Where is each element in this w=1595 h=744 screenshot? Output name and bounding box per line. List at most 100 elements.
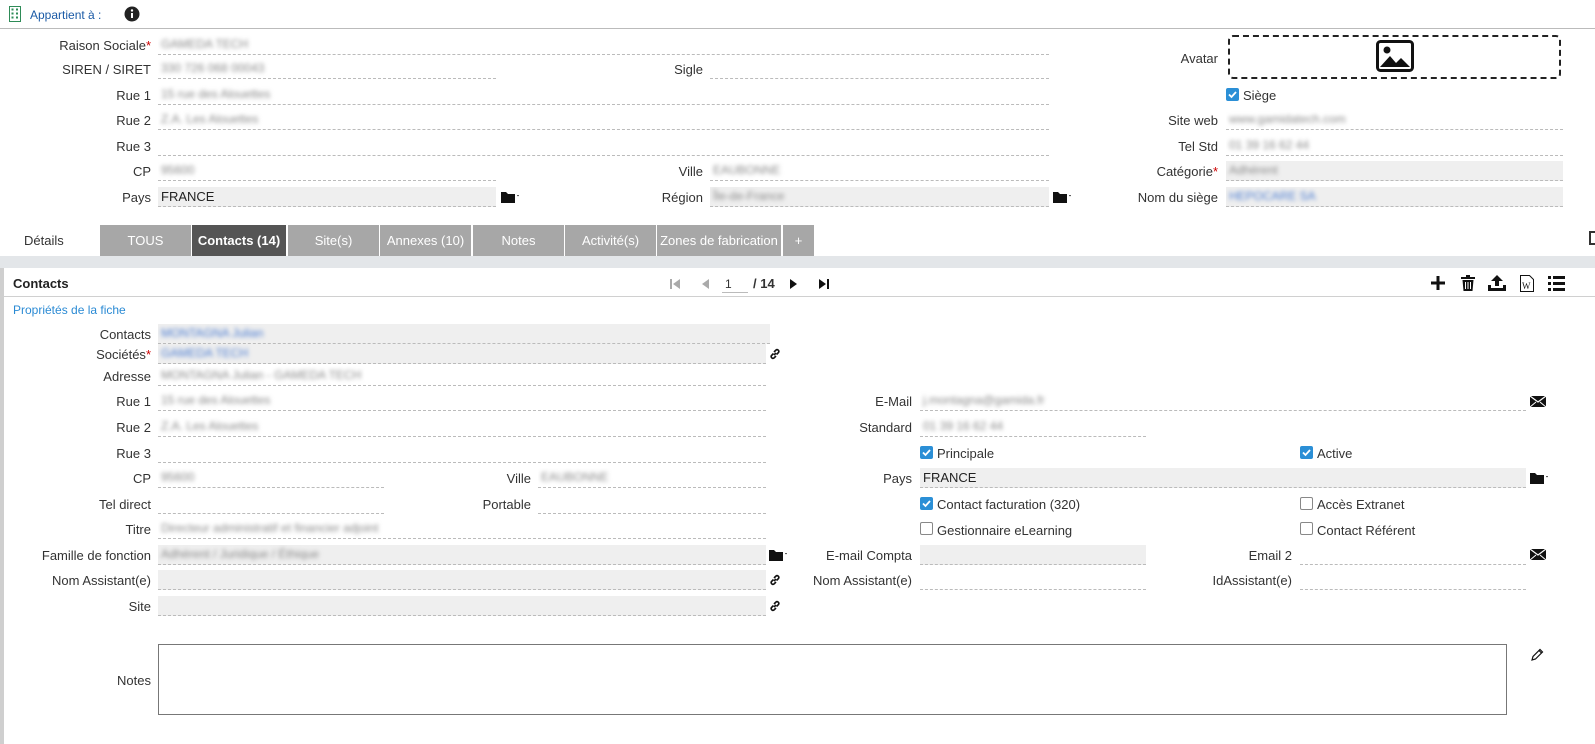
contact-rue1-field[interactable]: 15 rue des Alouettes: [158, 391, 766, 411]
categorie-field[interactable]: Adhérent: [1226, 161, 1563, 181]
contact-rue3-label: Rue 3: [116, 446, 151, 461]
info-icon[interactable]: [123, 5, 140, 22]
nom-siege-field[interactable]: HEPOCARE SA: [1226, 187, 1563, 207]
pencil-icon[interactable]: [1530, 647, 1544, 661]
contact-contacts-field[interactable]: MONTAGNA Julian: [158, 324, 770, 344]
last-page-icon[interactable]: [817, 277, 831, 291]
standard-label: Standard: [859, 420, 912, 435]
email-field[interactable]: j.montagna@gamida.fr: [920, 391, 1526, 411]
pays-field[interactable]: FRANCE: [158, 187, 496, 207]
tab-annexes[interactable]: Annexes (10): [380, 225, 471, 256]
appartient-label[interactable]: Appartient à :: [30, 8, 101, 22]
ville-field[interactable]: EAUBONNE: [710, 161, 1049, 181]
email-label: E-Mail: [875, 394, 912, 409]
email2-field[interactable]: [1300, 545, 1526, 565]
email-compta-label: E-mail Compta: [826, 548, 912, 563]
prev-page-icon[interactable]: [698, 277, 712, 291]
contact-referent-label: Contact Référent: [1317, 523, 1416, 538]
siren-field[interactable]: 330 726 068 00043: [158, 59, 496, 79]
nom-assistant-label: Nom Assistant(e): [52, 573, 151, 588]
rue3-field[interactable]: [158, 136, 1049, 156]
famille-field[interactable]: Adhérent / Juridique / Éthique: [158, 545, 766, 565]
tab-notes[interactable]: Notes: [473, 225, 564, 256]
ville-label: Ville: [678, 164, 703, 179]
tel-std-field[interactable]: 01 39 16 62 44: [1226, 136, 1563, 156]
first-page-icon[interactable]: [668, 277, 682, 291]
collapse-icon[interactable]: [1589, 231, 1595, 245]
list-view-icon[interactable]: [1547, 275, 1565, 291]
siege-checkbox[interactable]: [1226, 88, 1239, 101]
contact-facturation-checkbox[interactable]: [920, 497, 933, 510]
avatar-dropzone[interactable]: [1228, 35, 1561, 79]
rue2-field[interactable]: Z.A. Les Alouettes: [158, 110, 1049, 130]
rue1-field[interactable]: 15 rue des Alouettes: [158, 85, 1049, 105]
contact-ville-field[interactable]: EAUBONNE: [538, 468, 766, 488]
email2-label: Email 2: [1248, 548, 1292, 563]
contact-facturation-label: Contact facturation (320): [937, 497, 1081, 512]
standard-field[interactable]: 01 39 16 62 44: [920, 417, 1146, 437]
sigle-label: Sigle: [674, 62, 703, 77]
contact-societes-label: Sociétés*: [96, 347, 151, 362]
gestionnaire-checkbox[interactable]: [920, 522, 933, 535]
folder-dropdown-icon[interactable]: [1530, 470, 1550, 486]
word-export-icon[interactable]: W: [1519, 274, 1535, 292]
folder-dropdown-icon[interactable]: [769, 547, 789, 563]
nom-assistant-field[interactable]: [158, 570, 766, 590]
contact-rue1-label: Rue 1: [116, 394, 151, 409]
tab-tous[interactable]: TOUS: [100, 225, 191, 256]
trash-icon[interactable]: [1460, 275, 1476, 291]
id-assistant-label: IdAssistant(e): [1212, 573, 1292, 588]
region-label: Région: [661, 190, 703, 205]
tab-activites[interactable]: Activité(s): [565, 225, 656, 256]
link-icon[interactable]: [768, 347, 782, 361]
titre-field[interactable]: Directeur administratif et financier adj…: [158, 519, 766, 539]
contact-societes-field[interactable]: GAMEDA TECH: [158, 344, 766, 364]
sigle-field[interactable]: [710, 59, 1049, 79]
next-page-icon[interactable]: [787, 277, 801, 291]
tab-sites[interactable]: Site(s): [288, 225, 379, 256]
siren-label: SIREN / SIRET: [62, 62, 151, 77]
acces-extranet-checkbox[interactable]: [1300, 497, 1313, 510]
tab-contacts[interactable]: Contacts (14): [192, 225, 286, 256]
add-icon[interactable]: [1430, 275, 1446, 291]
site-web-field[interactable]: www.gamidatech.com: [1226, 110, 1563, 130]
props-link[interactable]: Propriétés de la fiche: [13, 303, 126, 317]
siege-label: Siège: [1243, 88, 1277, 103]
envelope-icon[interactable]: [1530, 548, 1546, 561]
contact-rue3-field[interactable]: [158, 443, 766, 463]
region-field[interactable]: Île-de-France: [710, 187, 1049, 207]
tab-add[interactable]: +: [783, 225, 814, 256]
id-assistant-field[interactable]: [1300, 570, 1526, 590]
notes-textarea[interactable]: [158, 644, 1507, 715]
cp-field[interactable]: 95600: [158, 161, 496, 181]
envelope-icon[interactable]: [1530, 395, 1546, 408]
portable-field[interactable]: [538, 494, 766, 514]
famille-label: Famille de fonction: [41, 548, 151, 563]
nom-siege-label: Nom du siège: [1137, 190, 1218, 205]
site-field[interactable]: [158, 596, 766, 616]
page-current-input[interactable]: 1: [722, 277, 748, 293]
contact-pays-field[interactable]: FRANCE: [920, 468, 1526, 488]
principale-checkbox[interactable]: [920, 446, 933, 459]
nom-assistant2-field[interactable]: [920, 570, 1146, 590]
rue2-label: Rue 2: [116, 113, 151, 128]
tab-zones-fabrication[interactable]: Zones de fabrication: [657, 225, 781, 256]
tel-direct-field[interactable]: [158, 494, 384, 514]
folder-dropdown-icon[interactable]: [501, 189, 521, 205]
building-icon: [8, 5, 22, 23]
contact-adresse-field[interactable]: MONTAGNA Julian - GAMEDA TECH: [158, 366, 766, 386]
folder-dropdown-icon[interactable]: [1053, 189, 1073, 205]
upload-icon[interactable]: [1488, 275, 1506, 291]
tab-details[interactable]: Détails: [24, 233, 64, 248]
contact-ville-label: Ville: [506, 471, 531, 486]
raison-sociale-field[interactable]: GAMEDA TECH: [158, 35, 1049, 55]
contact-rue2-field[interactable]: Z.A. Les Alouettes: [158, 417, 766, 437]
contact-referent-checkbox[interactable]: [1300, 522, 1313, 535]
rue1-label: Rue 1: [116, 88, 151, 103]
header-bar: Appartient à :: [0, 0, 1595, 29]
email-compta-field[interactable]: [920, 545, 1146, 565]
svg-text:W: W: [1522, 281, 1531, 291]
active-checkbox[interactable]: [1300, 446, 1313, 459]
contact-cp-field[interactable]: 95600: [158, 468, 384, 488]
link-icon[interactable]: [768, 599, 782, 613]
